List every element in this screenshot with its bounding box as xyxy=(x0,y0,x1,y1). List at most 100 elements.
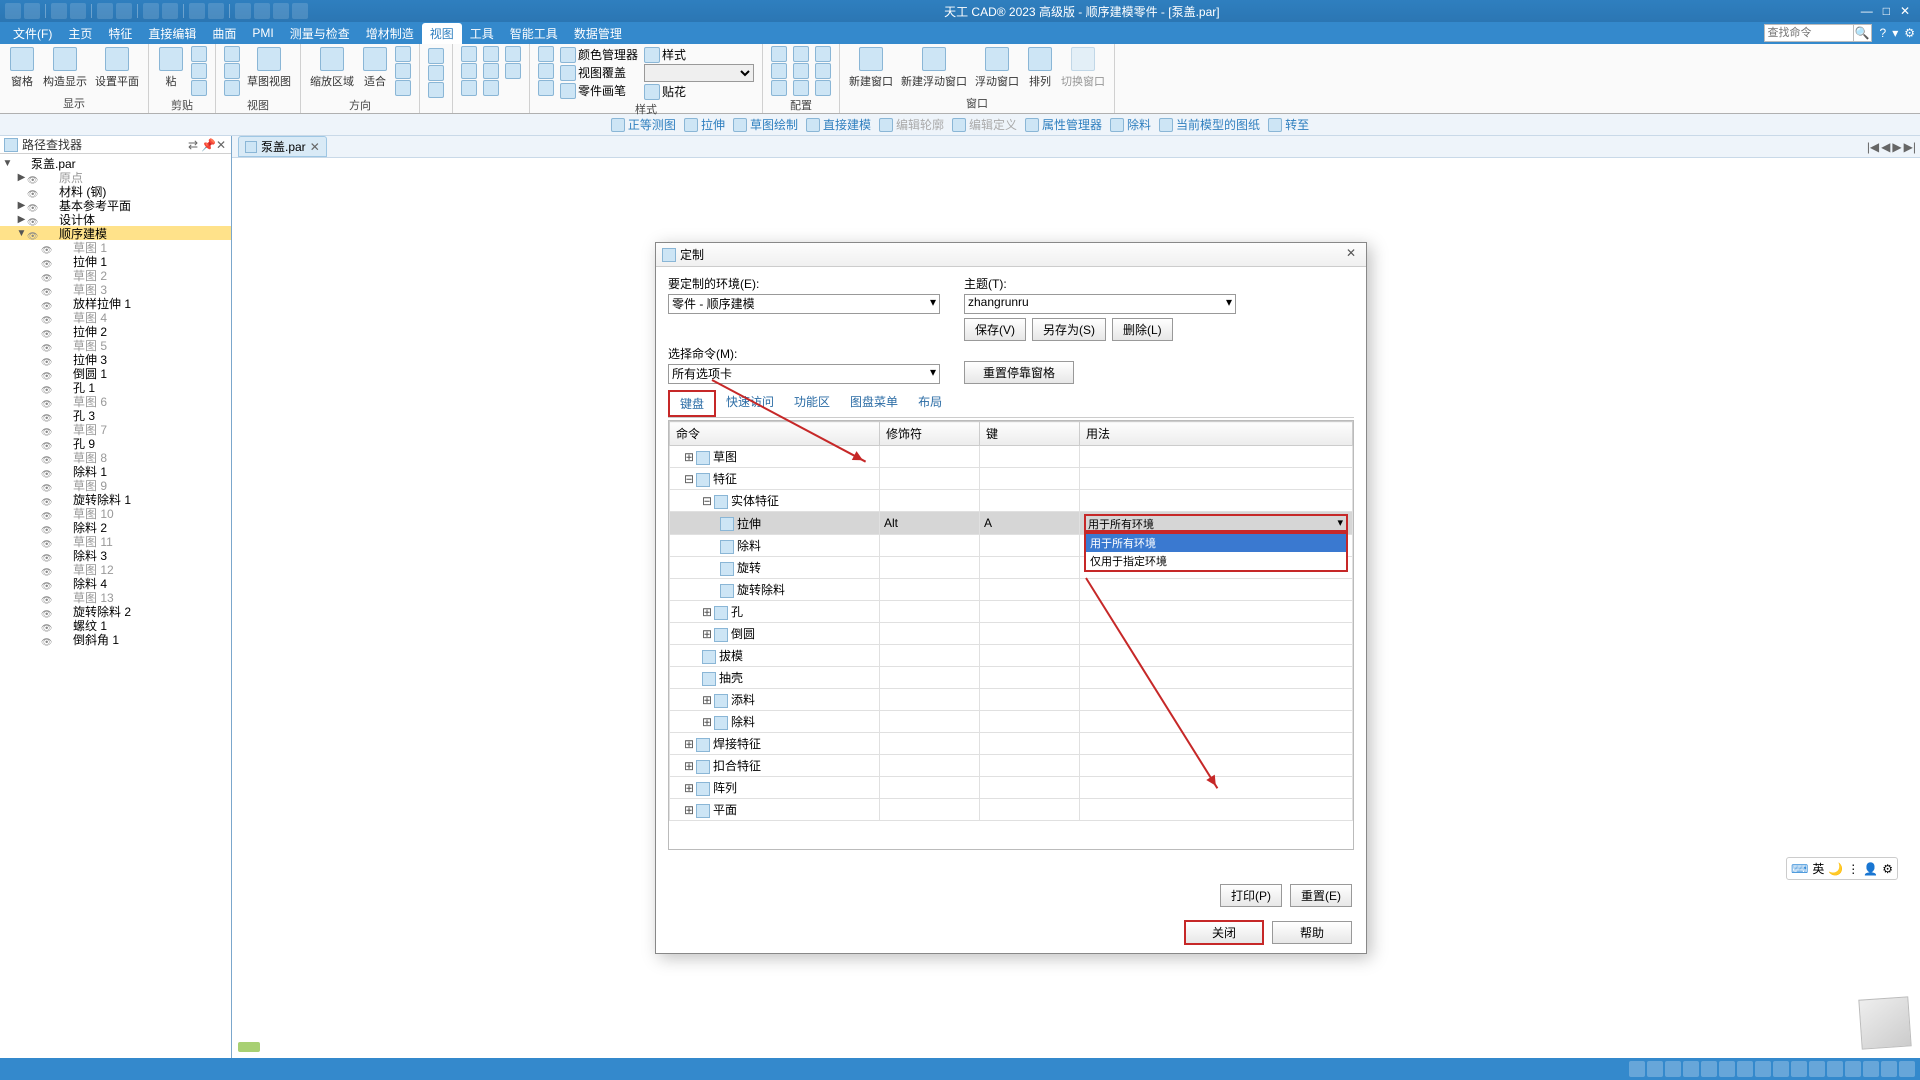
search-input[interactable] xyxy=(1764,24,1854,42)
tree-node[interactable]: 除料 1 xyxy=(0,464,231,478)
tree-node[interactable]: 拉伸 2 xyxy=(0,324,231,338)
menu-smart[interactable]: 智能工具 xyxy=(502,23,566,44)
status-icon[interactable] xyxy=(1791,1061,1807,1077)
rbtn-small[interactable] xyxy=(481,80,501,96)
rbtn-small[interactable] xyxy=(503,46,523,62)
rbtn-small[interactable] xyxy=(189,80,209,96)
tree-node[interactable]: 草图 2 xyxy=(0,268,231,282)
help-icon[interactable]: ? xyxy=(1880,26,1887,40)
tree-node[interactable]: 草图 6 xyxy=(0,394,231,408)
status-icon[interactable] xyxy=(1773,1061,1789,1077)
tree-node[interactable]: ▶设计体 xyxy=(0,212,231,226)
status-icon[interactable] xyxy=(1719,1061,1735,1077)
rbtn-small[interactable] xyxy=(393,80,413,96)
menu-file[interactable]: 文件(F) xyxy=(5,23,60,44)
menu-tools[interactable]: 工具 xyxy=(462,23,502,44)
grid-row[interactable]: ⊞除料 xyxy=(670,711,1353,733)
usage-option[interactable]: 仅用于指定环境 xyxy=(1086,552,1346,570)
rbtn-small[interactable] xyxy=(813,46,833,62)
col-key[interactable]: 键 xyxy=(980,422,1080,446)
ime-bar[interactable]: ⌨ 英 🌙 ⋮ 👤 ⚙ xyxy=(1786,857,1898,880)
search-icon[interactable]: 🔍 xyxy=(1854,24,1872,42)
reset-button[interactable]: 重置(E) xyxy=(1290,884,1352,907)
dialog-close-icon[interactable]: ✕ xyxy=(1342,246,1360,264)
save-button[interactable]: 保存(V) xyxy=(964,318,1026,341)
tree-node[interactable]: 拉伸 3 xyxy=(0,352,231,366)
tree-node[interactable]: 草图 1 xyxy=(0,240,231,254)
grid-row[interactable]: ⊞倒圆 xyxy=(670,623,1353,645)
grid-row[interactable]: 抽壳 xyxy=(670,667,1353,689)
tree-node[interactable]: 草图 7 xyxy=(0,422,231,436)
grid-row[interactable]: ⊞添料 xyxy=(670,689,1353,711)
menu-surface[interactable]: 曲面 xyxy=(204,23,244,44)
status-icon[interactable] xyxy=(1665,1061,1681,1077)
rbtn-small[interactable] xyxy=(426,48,446,64)
status-icon[interactable] xyxy=(1683,1061,1699,1077)
rbtn-newwin[interactable]: 新建窗口 xyxy=(846,46,896,90)
model-tree[interactable]: ▼泵盖.par▶原点材料 (钢)▶基本参考平面▶设计体▼顺序建模草图 1拉伸 1… xyxy=(0,154,231,1058)
rbtn-arrange[interactable]: 排列 xyxy=(1024,46,1056,90)
tree-node[interactable]: 旋转除料 1 xyxy=(0,492,231,506)
tab-ribbon[interactable]: 功能区 xyxy=(784,390,840,417)
rbtn-colormgr[interactable]: 颜色管理器 xyxy=(558,46,640,63)
tree-node[interactable]: 草图 8 xyxy=(0,450,231,464)
rbtn-construct[interactable]: 构造显示 xyxy=(40,46,90,90)
qat-redo-icon[interactable] xyxy=(162,3,178,19)
tree-node[interactable]: 孔 1 xyxy=(0,380,231,394)
rbtn-small[interactable] xyxy=(459,63,479,79)
tree-node[interactable]: ▶基本参考平面 xyxy=(0,198,231,212)
usage-select[interactable]: 用于所有环境 xyxy=(1084,514,1348,532)
ime-gear-icon[interactable]: ⚙ xyxy=(1882,862,1893,876)
tree-node[interactable]: 草图 12 xyxy=(0,562,231,576)
gear-icon[interactable]: ⚙ xyxy=(1904,26,1915,40)
col-usage[interactable]: 用法 xyxy=(1080,422,1353,446)
grid-row[interactable]: ⊞焊接特征 xyxy=(670,733,1353,755)
tree-node[interactable]: 拉伸 1 xyxy=(0,254,231,268)
tab-layout[interactable]: 布局 xyxy=(908,390,952,417)
qat-icon[interactable] xyxy=(189,3,205,19)
tree-node[interactable]: 除料 4 xyxy=(0,576,231,590)
grid-row[interactable]: ⊞扣合特征 xyxy=(670,755,1353,777)
theme-select[interactable]: zhangrunru▾ xyxy=(964,294,1236,314)
tb-propmgr[interactable]: 属性管理器 xyxy=(1025,116,1102,133)
tab-nav-next[interactable]: ▶ xyxy=(1892,140,1901,154)
qat-print-icon[interactable] xyxy=(97,3,113,19)
tree-node[interactable]: 除料 3 xyxy=(0,548,231,562)
rbtn-small[interactable] xyxy=(426,82,446,98)
app-icon[interactable] xyxy=(5,3,21,19)
print-button[interactable]: 打印(P) xyxy=(1220,884,1282,907)
view-cube[interactable] xyxy=(1858,996,1911,1049)
status-icon[interactable] xyxy=(1755,1061,1771,1077)
qat-save-icon[interactable] xyxy=(24,3,40,19)
delete-button[interactable]: 删除(L) xyxy=(1112,318,1173,341)
qat-printpreview-icon[interactable] xyxy=(116,3,132,19)
status-icon[interactable] xyxy=(1647,1061,1663,1077)
tree-node[interactable]: 草图 5 xyxy=(0,338,231,352)
minimize-icon[interactable]: — xyxy=(1861,4,1873,18)
doc-tab[interactable]: 泵盖.par✕ xyxy=(238,136,327,157)
ime-icon2[interactable]: ⋮ xyxy=(1847,862,1859,876)
rbtn-switch[interactable]: 切换窗口 xyxy=(1058,46,1108,90)
rbtn-small[interactable] xyxy=(791,46,811,62)
rbtn-small[interactable] xyxy=(536,46,556,62)
rbtn-small[interactable] xyxy=(769,80,789,96)
tree-node[interactable]: 草图 4 xyxy=(0,310,231,324)
rbtn-small[interactable] xyxy=(769,46,789,62)
menu-home[interactable]: 主页 xyxy=(60,23,100,44)
style-combo[interactable] xyxy=(644,64,754,82)
resetdock-button[interactable]: 重置停靠窗格 xyxy=(964,361,1074,384)
qat-tool-icon[interactable] xyxy=(292,3,308,19)
rbtn-small[interactable] xyxy=(791,80,811,96)
menu-directedit[interactable]: 直接编辑 xyxy=(140,23,204,44)
tab-keyboard[interactable]: 键盘 xyxy=(668,390,716,417)
ime-icon[interactable]: ⌨ xyxy=(1791,862,1808,876)
rbtn-small[interactable] xyxy=(791,63,811,79)
close-icon[interactable]: ✕ xyxy=(1900,4,1910,18)
rbtn-small[interactable] xyxy=(813,63,833,79)
tree-node[interactable]: 除料 2 xyxy=(0,520,231,534)
tab-close-icon[interactable]: ✕ xyxy=(310,140,320,154)
rbtn-small[interactable] xyxy=(536,80,556,96)
tab-radialmenu[interactable]: 图盘菜单 xyxy=(840,390,908,417)
rbtn-small[interactable] xyxy=(222,46,242,62)
tb-sketch[interactable]: 草图绘制 xyxy=(733,116,798,133)
